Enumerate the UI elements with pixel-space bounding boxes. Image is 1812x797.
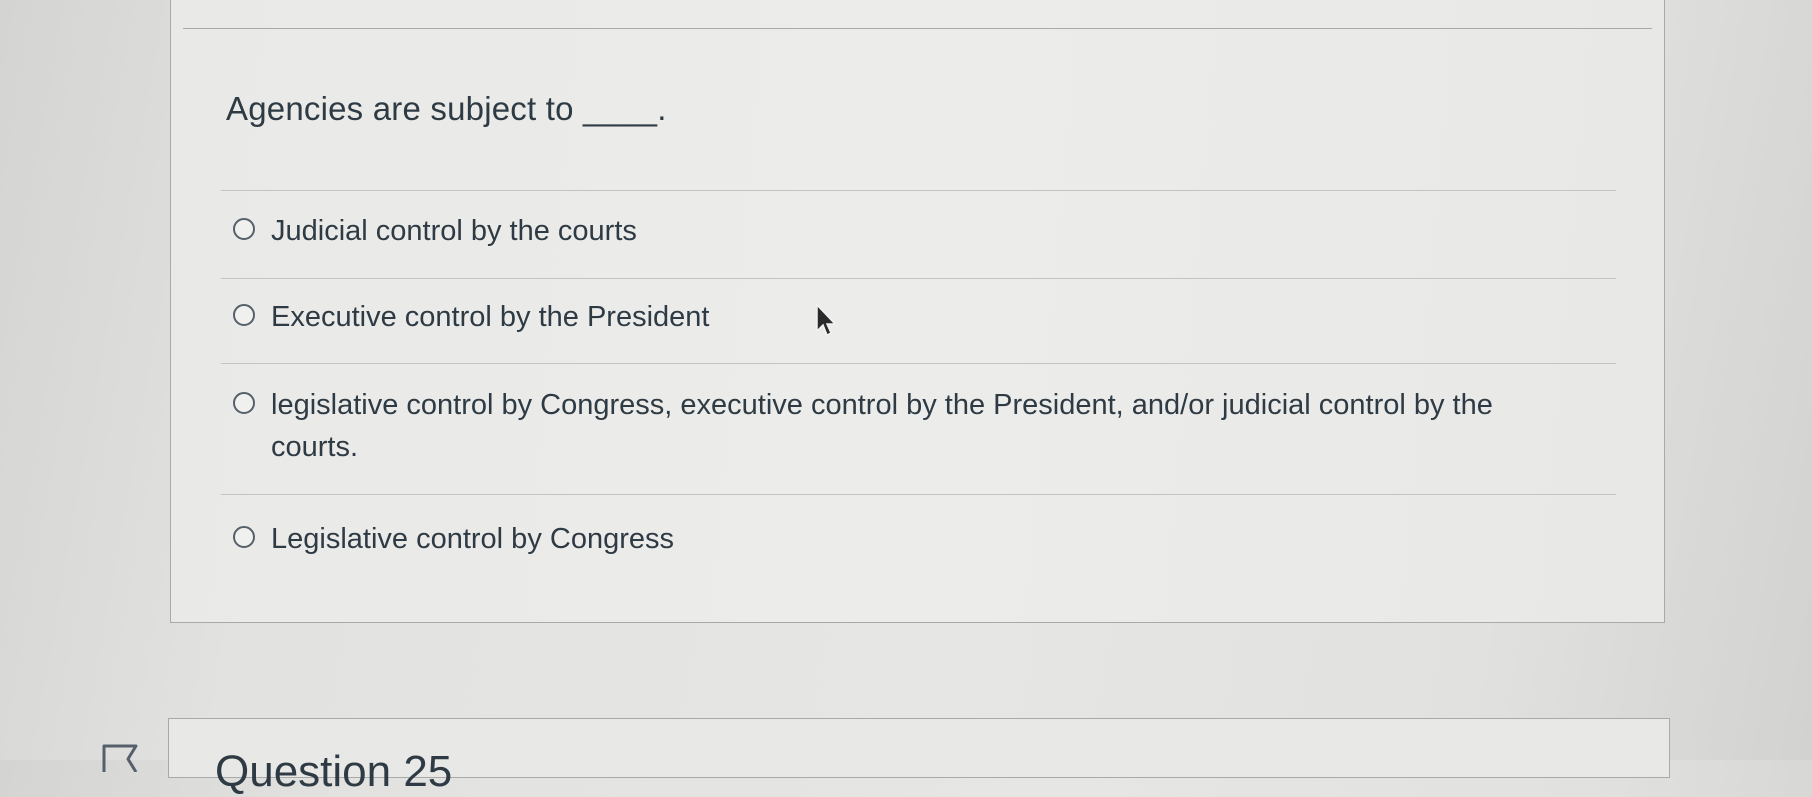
question-card: Agencies are subject to ____. Judicial c… [170,0,1665,623]
divider [221,494,1616,495]
radio-circle-icon[interactable] [233,392,255,414]
radio-circle-icon[interactable] [233,526,255,548]
question-text: Agencies are subject to ____. [226,90,667,127]
answer-option-1[interactable]: Judicial control by the courts [233,210,1541,252]
divider [221,190,1616,191]
answer-option-label[interactable]: legislative control by Congress, executi… [271,384,1541,468]
divider [221,278,1616,279]
card-top-border [183,28,1652,29]
answer-option-2[interactable]: Executive control by the President [233,296,1541,338]
radio-circle-icon[interactable] [233,218,255,240]
next-question-card: Question 25 [168,718,1670,796]
answer-option-label[interactable]: Legislative control by Congress [271,518,1541,560]
next-question-title: Question 25 [215,747,453,796]
answer-option-label[interactable]: Executive control by the President [271,296,1541,338]
flag-icon[interactable] [100,742,148,772]
quiz-page: { "question": { "text": "Agencies are su… [0,0,1812,796]
mouse-pointer-icon [816,303,837,337]
answer-option-3[interactable]: legislative control by Congress, executi… [233,384,1541,468]
answer-option-4[interactable]: Legislative control by Congress [233,518,1541,560]
radio-circle-icon[interactable] [233,304,255,326]
divider [221,363,1616,364]
answer-option-label[interactable]: Judicial control by the courts [271,210,1541,252]
